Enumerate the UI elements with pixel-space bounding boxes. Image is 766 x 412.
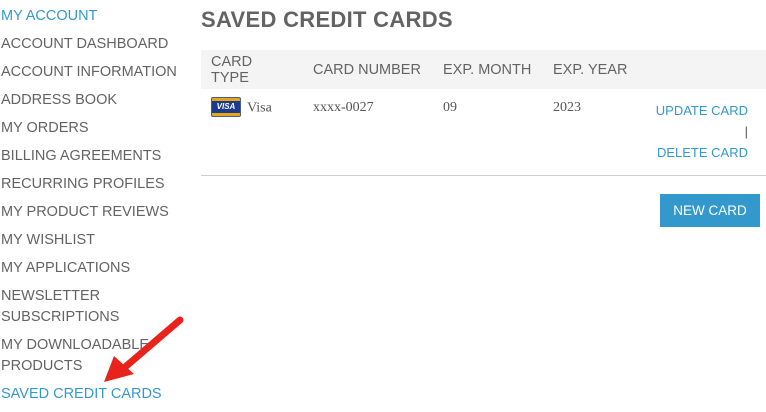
cell-actions: UPDATE CARD | DELETE CARD xyxy=(641,89,766,176)
sidebar-item-my-applications[interactable]: MY APPLICATIONS xyxy=(0,258,185,279)
table-header-row: CARD TYPE CARD NUMBER EXP. MONTH EXP. YE… xyxy=(201,50,766,89)
sidebar-item-my-product-reviews[interactable]: MY PRODUCT REVIEWS xyxy=(0,202,185,223)
delete-card-link[interactable]: DELETE CARD xyxy=(657,145,748,160)
saved-cards-table: CARD TYPE CARD NUMBER EXP. MONTH EXP. YE… xyxy=(201,50,766,176)
visa-card-icon: VISA xyxy=(211,97,241,117)
sidebar-item-my-wishlist[interactable]: MY WISHLIST xyxy=(0,230,185,251)
column-header-exp-month: EXP. MONTH xyxy=(443,61,532,78)
action-separator: | xyxy=(744,124,748,139)
cell-card-type: VISA Visa xyxy=(201,89,303,176)
column-header-card-number: CARD NUMBER xyxy=(313,61,421,78)
cell-exp-month: 09 xyxy=(443,100,457,115)
update-card-link[interactable]: UPDATE CARD xyxy=(656,103,748,118)
sidebar-item-account-dashboard[interactable]: ACCOUNT DASHBOARD xyxy=(0,34,185,55)
sidebar-item-recurring-profiles[interactable]: RECURRING PROFILES xyxy=(0,174,185,195)
sidebar-item-address-book[interactable]: ADDRESS BOOK xyxy=(0,90,185,111)
cell-exp-year: 2023 xyxy=(553,100,581,115)
card-type-value: Visa xyxy=(247,100,272,116)
column-header-actions xyxy=(641,50,766,89)
visa-logo-text: VISA xyxy=(212,101,240,113)
column-header-card-type: CARD TYPE xyxy=(211,53,253,86)
sidebar-item-billing-agreements[interactable]: BILLING AGREEMENTS xyxy=(0,146,185,167)
red-arrow-icon xyxy=(104,316,184,382)
column-header-exp-year: EXP. YEAR xyxy=(553,61,628,78)
table-row: VISA Visa xxxx-0027 09 2023 UPDATE CARD |… xyxy=(201,89,766,176)
sidebar-item-account-information[interactable]: ACCOUNT INFORMATION xyxy=(0,62,185,83)
cell-card-number: xxxx-0027 xyxy=(313,100,374,115)
sidebar-item-my-orders[interactable]: MY ORDERS xyxy=(0,118,185,139)
page-title: SAVED CREDIT CARDS xyxy=(201,7,453,32)
new-card-button[interactable]: NEW CARD xyxy=(660,194,760,227)
main-content: SAVED CREDIT CARDS CARD TYPE CARD NUMBER… xyxy=(201,0,766,227)
sidebar-title: MY ACCOUNT xyxy=(1,8,98,24)
sidebar-item-saved-credit-cards[interactable]: SAVED CREDIT CARDS xyxy=(0,384,185,405)
